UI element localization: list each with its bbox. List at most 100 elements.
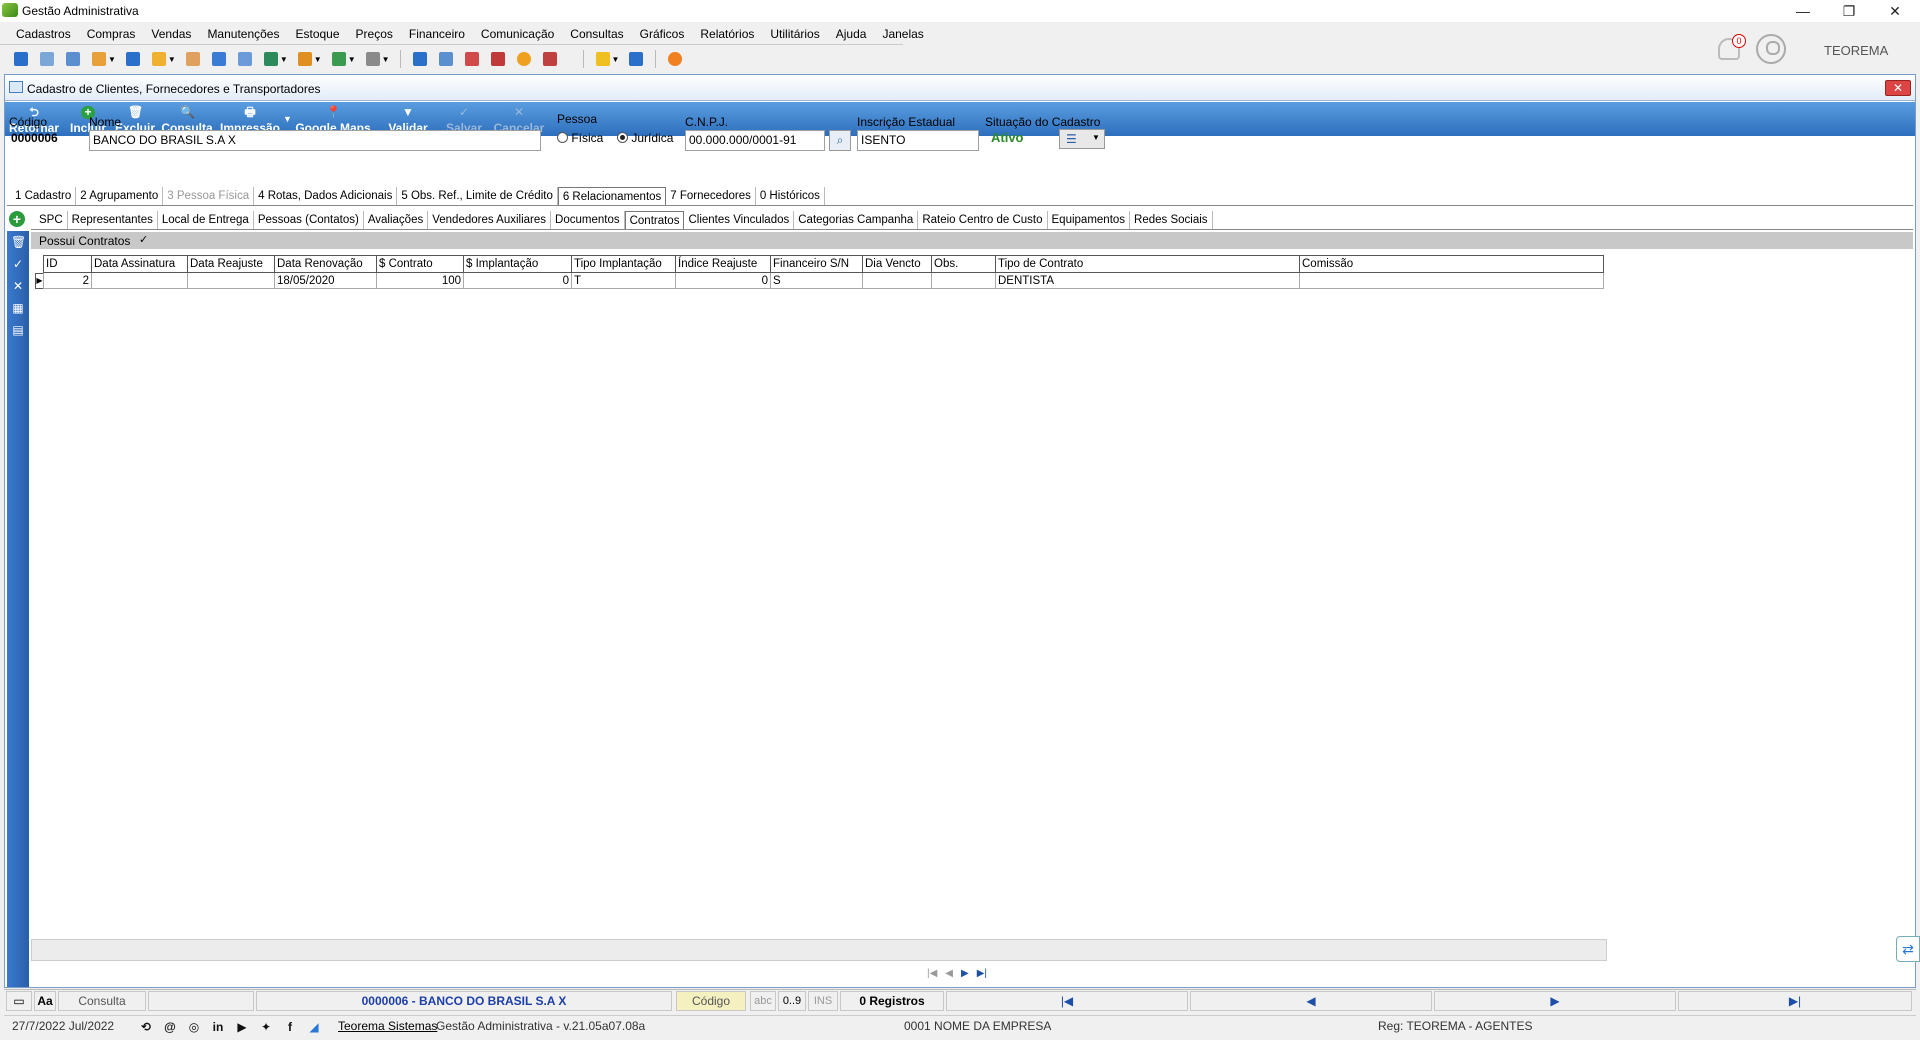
printer-icon[interactable] bbox=[365, 52, 380, 66]
menu-manutencoes[interactable]: Manutenções bbox=[199, 24, 287, 44]
report-icon[interactable] bbox=[490, 52, 505, 66]
cell-tipo-contrato[interactable]: DENTISTA bbox=[995, 272, 1300, 289]
dropdown-arrow-icon[interactable]: ▼ bbox=[314, 55, 322, 64]
tab-obs-ref[interactable]: 5 Obs. Ref., Limite de Crédito bbox=[397, 187, 558, 206]
keyboard-icon[interactable]: ▭ bbox=[6, 991, 32, 1011]
col-contrato[interactable]: $ Contrato bbox=[376, 255, 464, 273]
dropdown-arrow-icon[interactable]: ▼ bbox=[382, 55, 390, 64]
teorema-sistemas-link[interactable]: Teorema Sistemas bbox=[338, 1019, 437, 1033]
cell-data-reajuste[interactable] bbox=[187, 272, 275, 289]
nav-next-button[interactable]: ▶ bbox=[1434, 991, 1676, 1011]
calc-icon[interactable] bbox=[211, 52, 226, 66]
dropdown-arrow-icon[interactable]: ▼ bbox=[280, 55, 288, 64]
grid-config-icon[interactable]: ▦ bbox=[11, 301, 25, 315]
truck-icon[interactable] bbox=[331, 52, 346, 66]
nav-last-button[interactable]: ▶| bbox=[1678, 991, 1912, 1011]
font-case-button[interactable]: Aa bbox=[34, 991, 56, 1011]
col-indice-reajuste[interactable]: Índice Reajuste bbox=[675, 255, 771, 273]
ie-input[interactable]: ISENTO bbox=[857, 130, 979, 151]
first-record-icon[interactable]: |◀ bbox=[927, 968, 937, 979]
cell-contrato[interactable]: 100 bbox=[376, 272, 464, 289]
cell-data-assinatura[interactable] bbox=[91, 272, 188, 289]
col-data-reajuste[interactable]: Data Reajuste bbox=[187, 255, 275, 273]
menu-graficos[interactable]: Gráficos bbox=[632, 24, 693, 44]
subtab-avaliacoes[interactable]: Avaliações bbox=[364, 211, 429, 230]
box-icon[interactable] bbox=[297, 52, 312, 66]
dropdown-arrow-icon[interactable]: ▼ bbox=[612, 55, 620, 64]
table-row[interactable]: 2 18/05/2020 100 0 T 0 S DENTISTA bbox=[43, 272, 1604, 289]
tab-agrupamento[interactable]: 2 Agrupamento bbox=[76, 187, 164, 206]
minimize-button[interactable]: — bbox=[1780, 0, 1826, 22]
menu-cadastros[interactable]: Cadastros bbox=[8, 24, 79, 44]
horizontal-scrollbar[interactable] bbox=[31, 939, 1607, 961]
col-implantacao[interactable]: $ Implantação bbox=[463, 255, 572, 273]
facebook-icon[interactable]: f bbox=[282, 1020, 298, 1034]
table-icon[interactable] bbox=[237, 52, 252, 66]
remote-support-icon[interactable]: ⇄ bbox=[1896, 936, 1920, 962]
subtab-contratos[interactable]: Contratos bbox=[624, 211, 685, 230]
menu-estoque[interactable]: Estoque bbox=[287, 24, 347, 44]
email-icon[interactable]: @ bbox=[162, 1020, 178, 1034]
tab-fornecedores[interactable]: 7 Fornecedores bbox=[666, 187, 756, 206]
dropdown-arrow-icon[interactable]: ▼ bbox=[168, 55, 176, 64]
youtube-icon[interactable]: ▶ bbox=[234, 1020, 250, 1034]
impressao-dropdown-icon[interactable]: ▼ bbox=[283, 114, 292, 124]
subtab-spc[interactable]: SPC bbox=[35, 211, 68, 230]
col-data-assinatura[interactable]: Data Assinatura bbox=[91, 255, 188, 273]
menu-consultas[interactable]: Consultas bbox=[562, 24, 631, 44]
cell-comissao[interactable] bbox=[1299, 272, 1604, 289]
instagram-icon[interactable]: ◎ bbox=[186, 1020, 202, 1034]
menu-precos[interactable]: Preços bbox=[348, 24, 401, 44]
cell-data-renovacao[interactable]: 18/05/2020 bbox=[274, 272, 377, 289]
cancel-row-icon[interactable]: ✕ bbox=[11, 279, 25, 293]
subtab-clientes-vinculados[interactable]: Clientes Vinculados bbox=[684, 211, 795, 230]
order-field[interactable]: Código bbox=[676, 991, 746, 1011]
folder-icon[interactable] bbox=[92, 52, 106, 66]
nav-prev-button[interactable]: ◀ bbox=[1190, 991, 1432, 1011]
menu-financeiro[interactable]: Financeiro bbox=[401, 24, 473, 44]
subtab-representantes[interactable]: Representantes bbox=[68, 211, 158, 230]
menu-relatorios[interactable]: Relatórios bbox=[692, 24, 762, 44]
tab-historicos[interactable]: 0 Históricos bbox=[756, 187, 825, 206]
col-financeiro[interactable]: Financeiro S/N bbox=[770, 255, 863, 273]
calculator-icon[interactable] bbox=[438, 52, 453, 66]
notifications-button[interactable]: 0 bbox=[1718, 34, 1746, 60]
user-icon[interactable] bbox=[185, 52, 200, 66]
restore-button[interactable]: ❐ bbox=[1826, 0, 1872, 22]
document-icon[interactable] bbox=[125, 52, 140, 66]
list-icon[interactable] bbox=[66, 52, 80, 66]
col-id[interactable]: ID bbox=[43, 255, 92, 273]
cell-id[interactable]: 2 bbox=[43, 272, 92, 289]
star-icon[interactable] bbox=[595, 52, 610, 66]
col-comissao[interactable]: Comissão bbox=[1299, 255, 1604, 273]
clock-icon[interactable] bbox=[516, 52, 531, 66]
menu-comunicacao[interactable]: Comunicação bbox=[473, 24, 562, 44]
user-avatar-icon[interactable] bbox=[1756, 34, 1786, 64]
confirm-row-icon[interactable]: ✓ bbox=[11, 257, 25, 271]
cell-obs[interactable] bbox=[931, 272, 996, 289]
tab-cadastro[interactable]: 1 Cadastro bbox=[11, 187, 77, 206]
last-record-icon[interactable]: ▶| bbox=[977, 968, 987, 979]
prev-record-icon[interactable]: ◀ bbox=[945, 968, 953, 979]
chart-icon[interactable] bbox=[412, 52, 427, 66]
pessoa-fisica-radio[interactable]: Física bbox=[557, 131, 603, 145]
export-icon[interactable]: ▤ bbox=[11, 323, 25, 337]
menu-janelas[interactable]: Janelas bbox=[874, 24, 931, 44]
col-obs[interactable]: Obs. bbox=[931, 255, 996, 273]
subtab-equipamentos[interactable]: Equipamentos bbox=[1048, 211, 1131, 230]
possui-contratos-checkbox[interactable]: ✓ bbox=[139, 234, 151, 246]
calendar-icon[interactable] bbox=[464, 52, 479, 66]
cell-dia-vencto[interactable] bbox=[862, 272, 932, 289]
pessoa-juridica-radio[interactable]: Jurídica bbox=[617, 131, 673, 145]
cnpj-lookup-button[interactable]: ⌕ bbox=[829, 130, 851, 151]
tab-relacionamentos[interactable]: 6 Relacionamentos bbox=[557, 187, 667, 206]
subtab-rateio-centro-custo[interactable]: Rateio Centro de Custo bbox=[918, 211, 1048, 230]
cell-tipo-implantacao[interactable]: T bbox=[571, 272, 676, 289]
col-data-renovacao[interactable]: Data Renovação bbox=[274, 255, 377, 273]
menu-utilitarios[interactable]: Utilitários bbox=[762, 24, 827, 44]
twitter-icon[interactable]: ✦ bbox=[258, 1020, 274, 1034]
tab-rotas[interactable]: 4 Rotas, Dados Adicionais bbox=[254, 187, 398, 206]
info-icon[interactable] bbox=[629, 52, 644, 66]
power-icon[interactable] bbox=[668, 52, 683, 66]
new-doc-icon[interactable] bbox=[14, 52, 28, 66]
